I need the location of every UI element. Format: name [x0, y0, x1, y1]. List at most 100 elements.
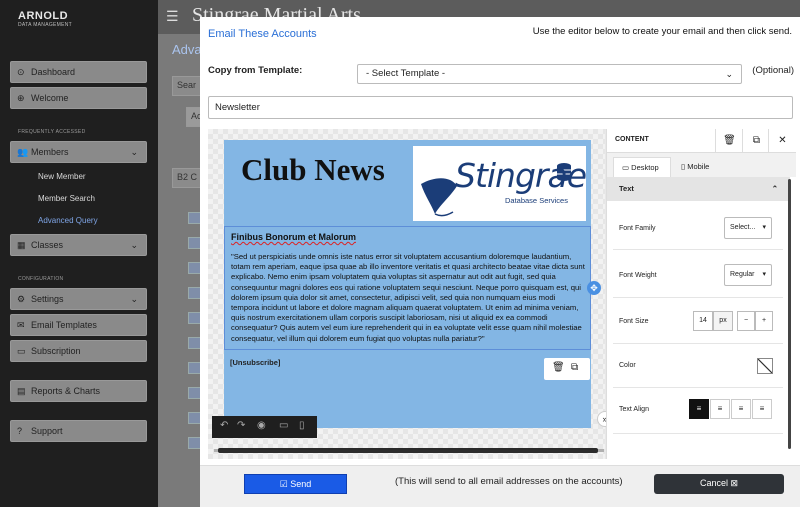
eye-icon[interactable]: ◉ — [257, 420, 266, 431]
canvas-scroll-thumb[interactable] — [218, 448, 598, 453]
email-accounts-modal: Email These Accounts Use the editor belo… — [200, 17, 800, 507]
template-select[interactable]: - Select Template - ⌄ — [357, 64, 742, 84]
sidebar-item-welcome[interactable]: ⊕ Welcome — [10, 87, 147, 109]
sidebar-item-support[interactable]: ? Support — [10, 420, 147, 442]
color-picker[interactable] — [757, 358, 773, 374]
divider — [613, 343, 783, 344]
app-logo: ARNOLD DATA MANAGEMENT — [18, 10, 73, 28]
font-size-unit: px — [713, 311, 733, 331]
chevron-up-icon: ⌃ — [771, 184, 778, 193]
undo-icon[interactable]: ↶ — [220, 420, 228, 431]
modal-instruction: Use the editor below to create your emai… — [532, 26, 792, 37]
send-note: (This will send to all email addresses o… — [395, 476, 623, 487]
font-size-decrease-button[interactable]: − — [737, 311, 755, 331]
modal-title: Email These Accounts — [208, 28, 317, 40]
brand-name: Stingrae — [455, 156, 587, 195]
panel-scrollbar[interactable] — [788, 179, 791, 449]
trash-icon[interactable]: 🗑 — [715, 129, 743, 153]
sidebar-subitem-advanced-query[interactable]: Advanced Query — [38, 216, 98, 225]
panel-header: CONTENT 🗑 ⧉ ✕ — [607, 129, 796, 153]
text-section-header[interactable]: Text ⌃ — [607, 177, 790, 201]
copy-icon[interactable]: ⧉ — [742, 129, 770, 153]
text-align-label: Text Align — [619, 406, 649, 413]
font-weight-label: Font Weight — [619, 272, 657, 279]
sidebar-section-config: CONFIGURATION — [18, 276, 64, 282]
redo-icon[interactable]: ↷ — [237, 420, 245, 431]
app-sidebar: ARNOLD DATA MANAGEMENT ⊙ Dashboard ⊕ Welcom… — [0, 0, 158, 507]
chevron-down-icon: ⌄ — [130, 147, 138, 157]
send-button[interactable]: ☑ Send — [244, 474, 347, 494]
mobile-icon[interactable]: ▯ — [299, 420, 305, 431]
sidebar-subitem-new-member[interactable]: New Member — [38, 172, 86, 181]
color-label: Color — [619, 362, 636, 369]
move-icon[interactable]: ✥ — [587, 281, 601, 295]
close-box-icon: ⊠ — [727, 478, 739, 488]
email-text-block[interactable]: Finibus Bonorum et Malorum "Sed ut persp… — [224, 226, 591, 350]
divider — [613, 433, 783, 434]
tab-mobile[interactable]: ▯ Mobile — [673, 157, 731, 177]
sidebar-item-email-templates[interactable]: ✉ Email Templates — [10, 314, 147, 336]
check-icon: ☑ — [279, 479, 291, 489]
font-weight-select[interactable]: Regular ▾ — [724, 264, 772, 286]
align-center-button[interactable]: ≡ — [710, 399, 730, 419]
email-icon: ✉ — [17, 320, 25, 330]
chart-icon: ▤ — [17, 386, 26, 396]
font-size-increase-button[interactable]: + — [755, 311, 773, 331]
welcome-icon: ⊕ — [17, 93, 25, 103]
chevron-down-icon: ⌄ — [130, 240, 138, 250]
section-title: Finibus Bonorum et Malorum — [231, 232, 356, 242]
card-icon: ▭ — [17, 346, 26, 356]
bg-page-heading: Adva — [172, 42, 202, 57]
dashboard-icon: ⊙ — [17, 67, 25, 77]
email-preview: Club News Stingrae Database Services Fin… — [224, 140, 591, 428]
email-heading[interactable]: Club News — [241, 152, 385, 188]
section-body: "Sed ut perspiciatis unde omnis iste nat… — [231, 252, 585, 343]
email-editor: Club News Stingrae Database Services Fin… — [208, 129, 796, 459]
cancel-button[interactable]: Cancel ⊠ — [654, 474, 784, 494]
users-icon: 👥 — [17, 147, 29, 157]
properties-panel: CONTENT 🗑 ⧉ ✕ ▭ Desktop ▯ Mobile Text ⌃ F… — [606, 129, 796, 459]
optional-label: (Optional) — [752, 65, 794, 76]
panel-tabs: ▭ Desktop ▯ Mobile — [607, 153, 796, 177]
divider — [613, 249, 783, 250]
sidebar-item-reports[interactable]: ▤ Reports & Charts — [10, 380, 147, 402]
trash-icon[interactable]: 🗑 — [552, 362, 565, 373]
font-size-input[interactable]: 14 — [693, 311, 713, 331]
sidebar-item-settings[interactable]: ⚙ Settings ⌄ — [10, 288, 147, 310]
copy-icon[interactable]: ⧉ — [571, 362, 578, 373]
classes-icon: ▦ — [17, 240, 26, 250]
sidebar-item-members[interactable]: 👥 Members ⌄ — [10, 141, 147, 163]
sidebar-item-classes[interactable]: ▦ Classes ⌄ — [10, 234, 147, 256]
preview-toolbar: ↶ ↷ ◉ ▭ ▯ — [212, 416, 317, 438]
font-size-label: Font Size — [619, 318, 649, 325]
chevron-down-icon: ⌄ — [130, 294, 138, 304]
bg-results-heading: B2 C — [172, 168, 202, 188]
close-icon[interactable]: ✕ — [768, 129, 796, 153]
desktop-icon: ▭ — [622, 163, 632, 172]
sidebar-item-dashboard[interactable]: ⊙ Dashboard — [10, 61, 147, 83]
hamburger-icon[interactable]: ☰ — [166, 8, 179, 25]
panel-title: CONTENT — [615, 136, 649, 143]
sidebar-item-subscription[interactable]: ▭ Subscription — [10, 340, 147, 362]
font-family-label: Font Family — [619, 225, 656, 232]
sidebar-section-frequent: FREQUENTLY ACCESSED — [18, 129, 86, 135]
subject-input[interactable]: Newsletter — [208, 96, 793, 119]
divider — [613, 297, 783, 298]
block-toolbar: 🗑 ⧉ — [544, 358, 590, 380]
align-right-button[interactable]: ≡ — [731, 399, 751, 419]
chevron-down-icon: ⌄ — [725, 69, 733, 79]
align-justify-button[interactable]: ≡ — [752, 399, 772, 419]
copy-template-label: Copy from Template: — [208, 65, 303, 76]
brand-logo[interactable]: Stingrae Database Services — [413, 146, 587, 221]
divider — [613, 387, 783, 388]
font-family-select[interactable]: Select... ▾ — [724, 217, 772, 239]
sidebar-subitem-member-search[interactable]: Member Search — [38, 194, 95, 203]
desktop-icon[interactable]: ▭ — [279, 420, 288, 431]
email-header-row[interactable]: Club News Stingrae Database Services — [224, 140, 591, 226]
unsubscribe-link[interactable]: [Unsubscribe] — [230, 358, 280, 367]
help-icon: ? — [17, 426, 23, 436]
bg-search-label: Sear — [172, 76, 202, 96]
align-left-button[interactable]: ≡ — [689, 399, 709, 419]
modal-footer: ☑ Send (This will send to all email addr… — [200, 465, 800, 507]
tab-desktop[interactable]: ▭ Desktop — [613, 157, 671, 177]
